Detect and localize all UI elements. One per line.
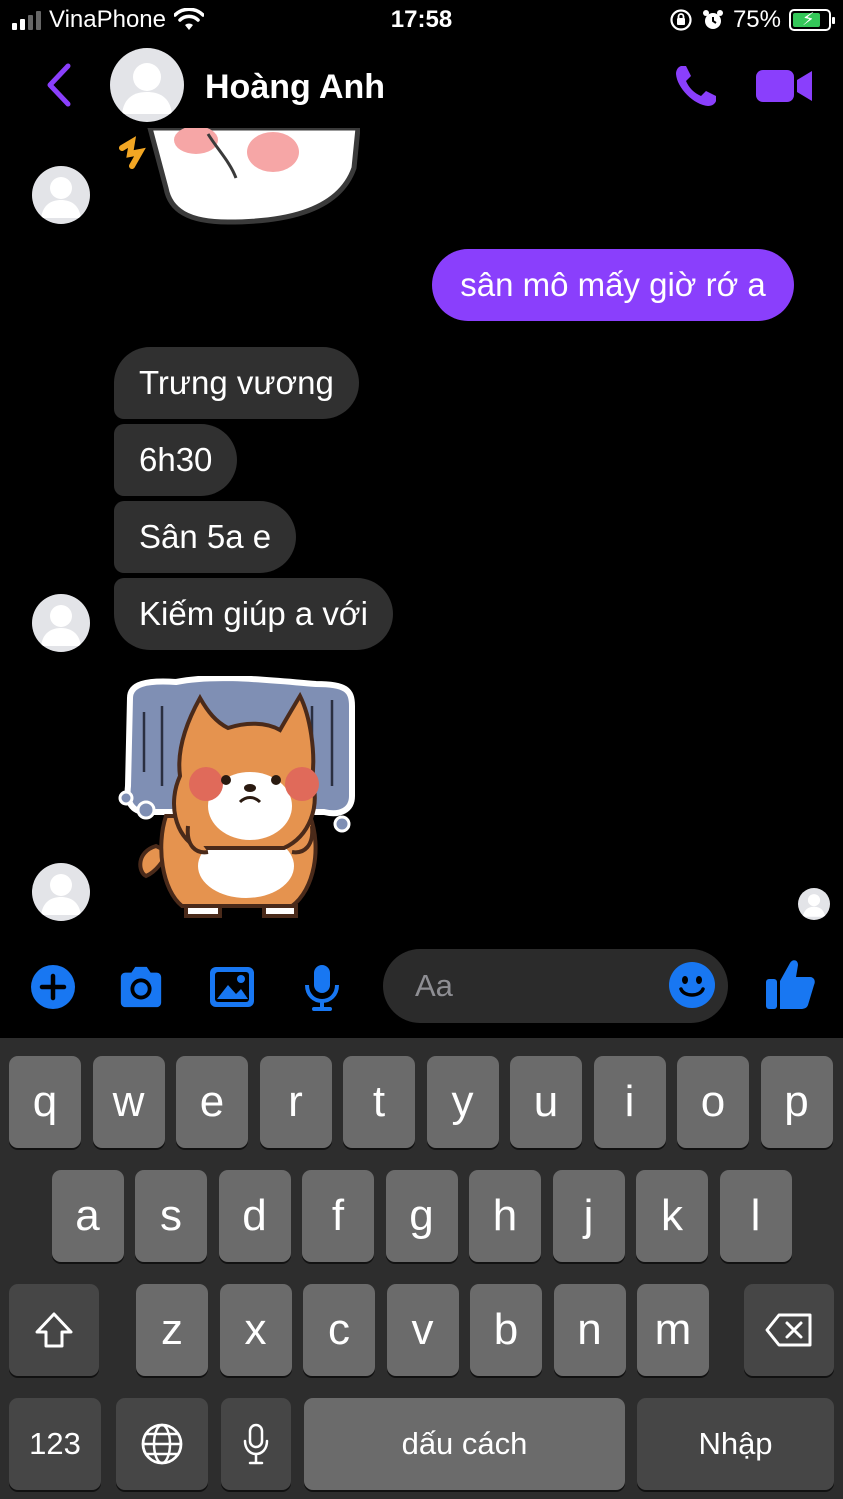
- onscreen-keyboard: qwertyuiop asdfghjkl zxcvbnm 123 dấu các…: [0, 1038, 843, 1499]
- message-composer: [0, 945, 843, 1035]
- key-t[interactable]: t: [343, 1056, 415, 1148]
- key-n[interactable]: n: [553, 1284, 626, 1376]
- key-b[interactable]: b: [470, 1284, 542, 1376]
- return-key[interactable]: Nhập: [637, 1398, 834, 1490]
- sender-avatar[interactable]: [32, 166, 90, 224]
- orientation-lock-icon: [670, 9, 692, 31]
- contact-avatar[interactable]: [110, 48, 184, 122]
- camera-icon[interactable]: [117, 963, 165, 1011]
- key-x[interactable]: x: [219, 1284, 292, 1376]
- globe-key[interactable]: [116, 1398, 208, 1490]
- backspace-key[interactable]: [744, 1284, 834, 1376]
- sender-avatar[interactable]: [32, 863, 90, 921]
- status-right: 75% ⚡: [669, 6, 835, 34]
- key-p[interactable]: p: [760, 1056, 833, 1148]
- key-z[interactable]: z: [136, 1284, 208, 1376]
- key-s[interactable]: s: [135, 1170, 207, 1262]
- outgoing-message[interactable]: sân mô mấy giờ rớ a: [432, 249, 794, 321]
- key-v[interactable]: v: [386, 1284, 459, 1376]
- incoming-message[interactable]: Trưng vương: [114, 347, 359, 419]
- image-icon[interactable]: [208, 963, 256, 1011]
- sad-dog-sticker[interactable]: [116, 676, 356, 922]
- back-chevron-icon[interactable]: [40, 60, 80, 110]
- contact-name[interactable]: Hoàng Anh: [205, 68, 385, 107]
- default-avatar-icon: [122, 63, 172, 114]
- incoming-message[interactable]: 6h30: [114, 424, 238, 496]
- key-r[interactable]: r: [259, 1056, 332, 1148]
- shift-icon: [35, 1312, 73, 1348]
- incoming-message[interactable]: Kiếm giúp a với: [114, 578, 393, 650]
- key-w[interactable]: w: [92, 1056, 165, 1148]
- key-m[interactable]: m: [637, 1284, 709, 1376]
- key-c[interactable]: c: [303, 1284, 375, 1376]
- backspace-icon: [765, 1313, 812, 1347]
- cat-sticker[interactable]: [118, 128, 360, 226]
- battery-icon: ⚡: [789, 9, 835, 31]
- plus-icon[interactable]: [29, 963, 77, 1011]
- space-key[interactable]: dấu cách: [304, 1398, 625, 1490]
- key-f[interactable]: f: [302, 1170, 374, 1262]
- key-h[interactable]: h: [469, 1170, 541, 1262]
- key-e[interactable]: e: [176, 1056, 248, 1148]
- dictation-icon: [243, 1423, 269, 1465]
- key-a[interactable]: a: [51, 1170, 124, 1262]
- key-g[interactable]: g: [385, 1170, 458, 1262]
- shift-key[interactable]: [9, 1284, 99, 1376]
- key-j[interactable]: j: [552, 1170, 625, 1262]
- thumbs-up-icon[interactable]: [764, 957, 816, 1011]
- emoji-icon[interactable]: [668, 961, 716, 1009]
- globe-icon: [141, 1423, 183, 1465]
- key-k[interactable]: k: [636, 1170, 708, 1262]
- key-u[interactable]: u: [510, 1056, 582, 1148]
- key-d[interactable]: d: [218, 1170, 291, 1262]
- key-l[interactable]: l: [719, 1170, 792, 1262]
- phone-icon[interactable]: [672, 62, 720, 110]
- chat-header: Hoàng Anh: [0, 44, 843, 130]
- battery-percent: 75%: [732, 6, 781, 33]
- key-y[interactable]: y: [426, 1056, 499, 1148]
- incoming-message[interactable]: Sân 5a e: [114, 501, 297, 573]
- dictation-key[interactable]: [221, 1398, 291, 1490]
- status-bar: VinaPhone 17:58 75% ⚡: [0, 0, 843, 44]
- microphone-icon[interactable]: [298, 963, 346, 1011]
- read-receipt-avatar: [798, 888, 830, 920]
- alarm-icon: [702, 10, 723, 29]
- key-q[interactable]: q: [9, 1056, 81, 1148]
- video-camera-icon[interactable]: [756, 64, 814, 108]
- numbers-key[interactable]: 123: [9, 1398, 101, 1490]
- key-i[interactable]: i: [593, 1056, 666, 1148]
- sender-avatar[interactable]: [32, 594, 90, 652]
- key-o[interactable]: o: [677, 1056, 749, 1148]
